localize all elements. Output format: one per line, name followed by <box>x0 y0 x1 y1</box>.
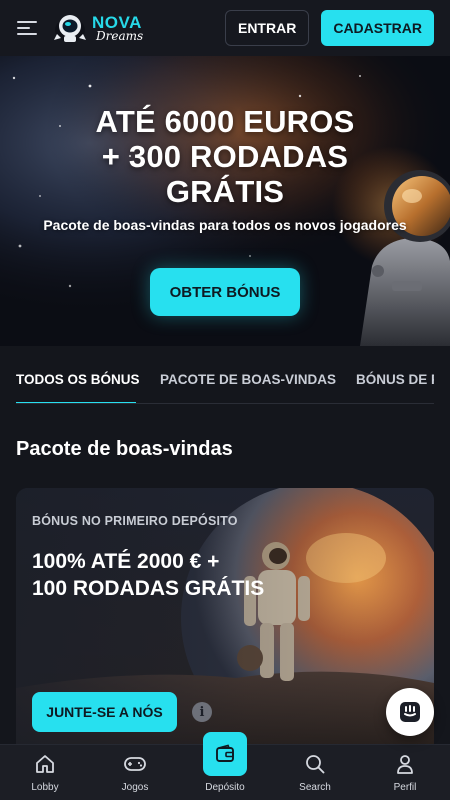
home-icon <box>32 751 58 777</box>
section-title: Pacote de boas-vindas <box>16 438 233 460</box>
nav-item-search[interactable]: Search <box>270 745 360 800</box>
nav-item-games[interactable]: Jogos <box>90 745 180 800</box>
search-icon <box>302 751 328 777</box>
bonus-tabs: TODOS OS BÓNUS PACOTE DE BOAS-VINDAS BÓN… <box>16 364 434 404</box>
brand-logo[interactable]: NOVA Dreams <box>52 10 143 46</box>
card-title: 100% ATÉ 2000 € + 100 RODADAS GRÁTIS <box>32 550 265 600</box>
menu-icon[interactable] <box>16 16 40 40</box>
register-button[interactable]: CADASTRAR <box>321 10 434 46</box>
nav-item-deposit[interactable]: Depósito <box>180 732 270 800</box>
join-us-button[interactable]: JUNTE-SE A NÓS <box>32 692 177 732</box>
tab-reload-bonus[interactable]: BÓNUS DE R <box>356 372 434 387</box>
nav-item-lobby[interactable]: Lobby <box>0 745 90 800</box>
login-button[interactable]: ENTRAR <box>224 10 310 46</box>
tab-welcome-package[interactable]: PACOTE DE BOAS-VINDAS <box>160 372 336 387</box>
top-header: NOVA Dreams ENTRAR CADASTRAR <box>0 0 450 56</box>
nav-label-lobby: Lobby <box>31 782 59 793</box>
chat-button[interactable] <box>386 688 434 736</box>
hero-banner: ATÉ 6000 EUROS + 300 RODADAS GRÁTIS Paco… <box>0 56 450 346</box>
card-eyebrow: BÓNUS NO PRIMEIRO DEPÓSITO <box>32 514 238 528</box>
chat-icon <box>400 702 420 722</box>
hero-subtitle: Pacote de boas-vindas para todos os novo… <box>43 217 407 233</box>
bonus-card: BÓNUS NO PRIMEIRO DEPÓSITO 100% ATÉ 2000… <box>16 488 434 768</box>
astronaut-logo-icon <box>54 15 86 42</box>
info-icon[interactable]: i <box>192 702 212 722</box>
nav-label-games: Jogos <box>121 782 149 793</box>
gamepad-icon <box>122 751 148 777</box>
tab-all-bonuses[interactable]: TODOS OS BÓNUS <box>16 372 140 387</box>
hero-title: ATÉ 6000 EUROS + 300 RODADAS GRÁTIS <box>95 104 355 209</box>
nav-label-profile: Perfil <box>393 782 417 793</box>
wallet-icon <box>203 732 247 776</box>
logo-tagline: Dreams <box>96 29 144 43</box>
nav-label-search: Search <box>299 782 331 793</box>
user-icon <box>392 751 418 777</box>
active-tab-indicator <box>16 402 136 403</box>
nav-item-profile[interactable]: Perfil <box>360 745 450 800</box>
bottom-navigation: Lobby Jogos Depósito Search Perfil <box>0 732 450 800</box>
get-bonus-button[interactable]: OBTER BÓNUS <box>150 268 300 316</box>
nav-label-deposit: Depósito <box>205 782 245 793</box>
